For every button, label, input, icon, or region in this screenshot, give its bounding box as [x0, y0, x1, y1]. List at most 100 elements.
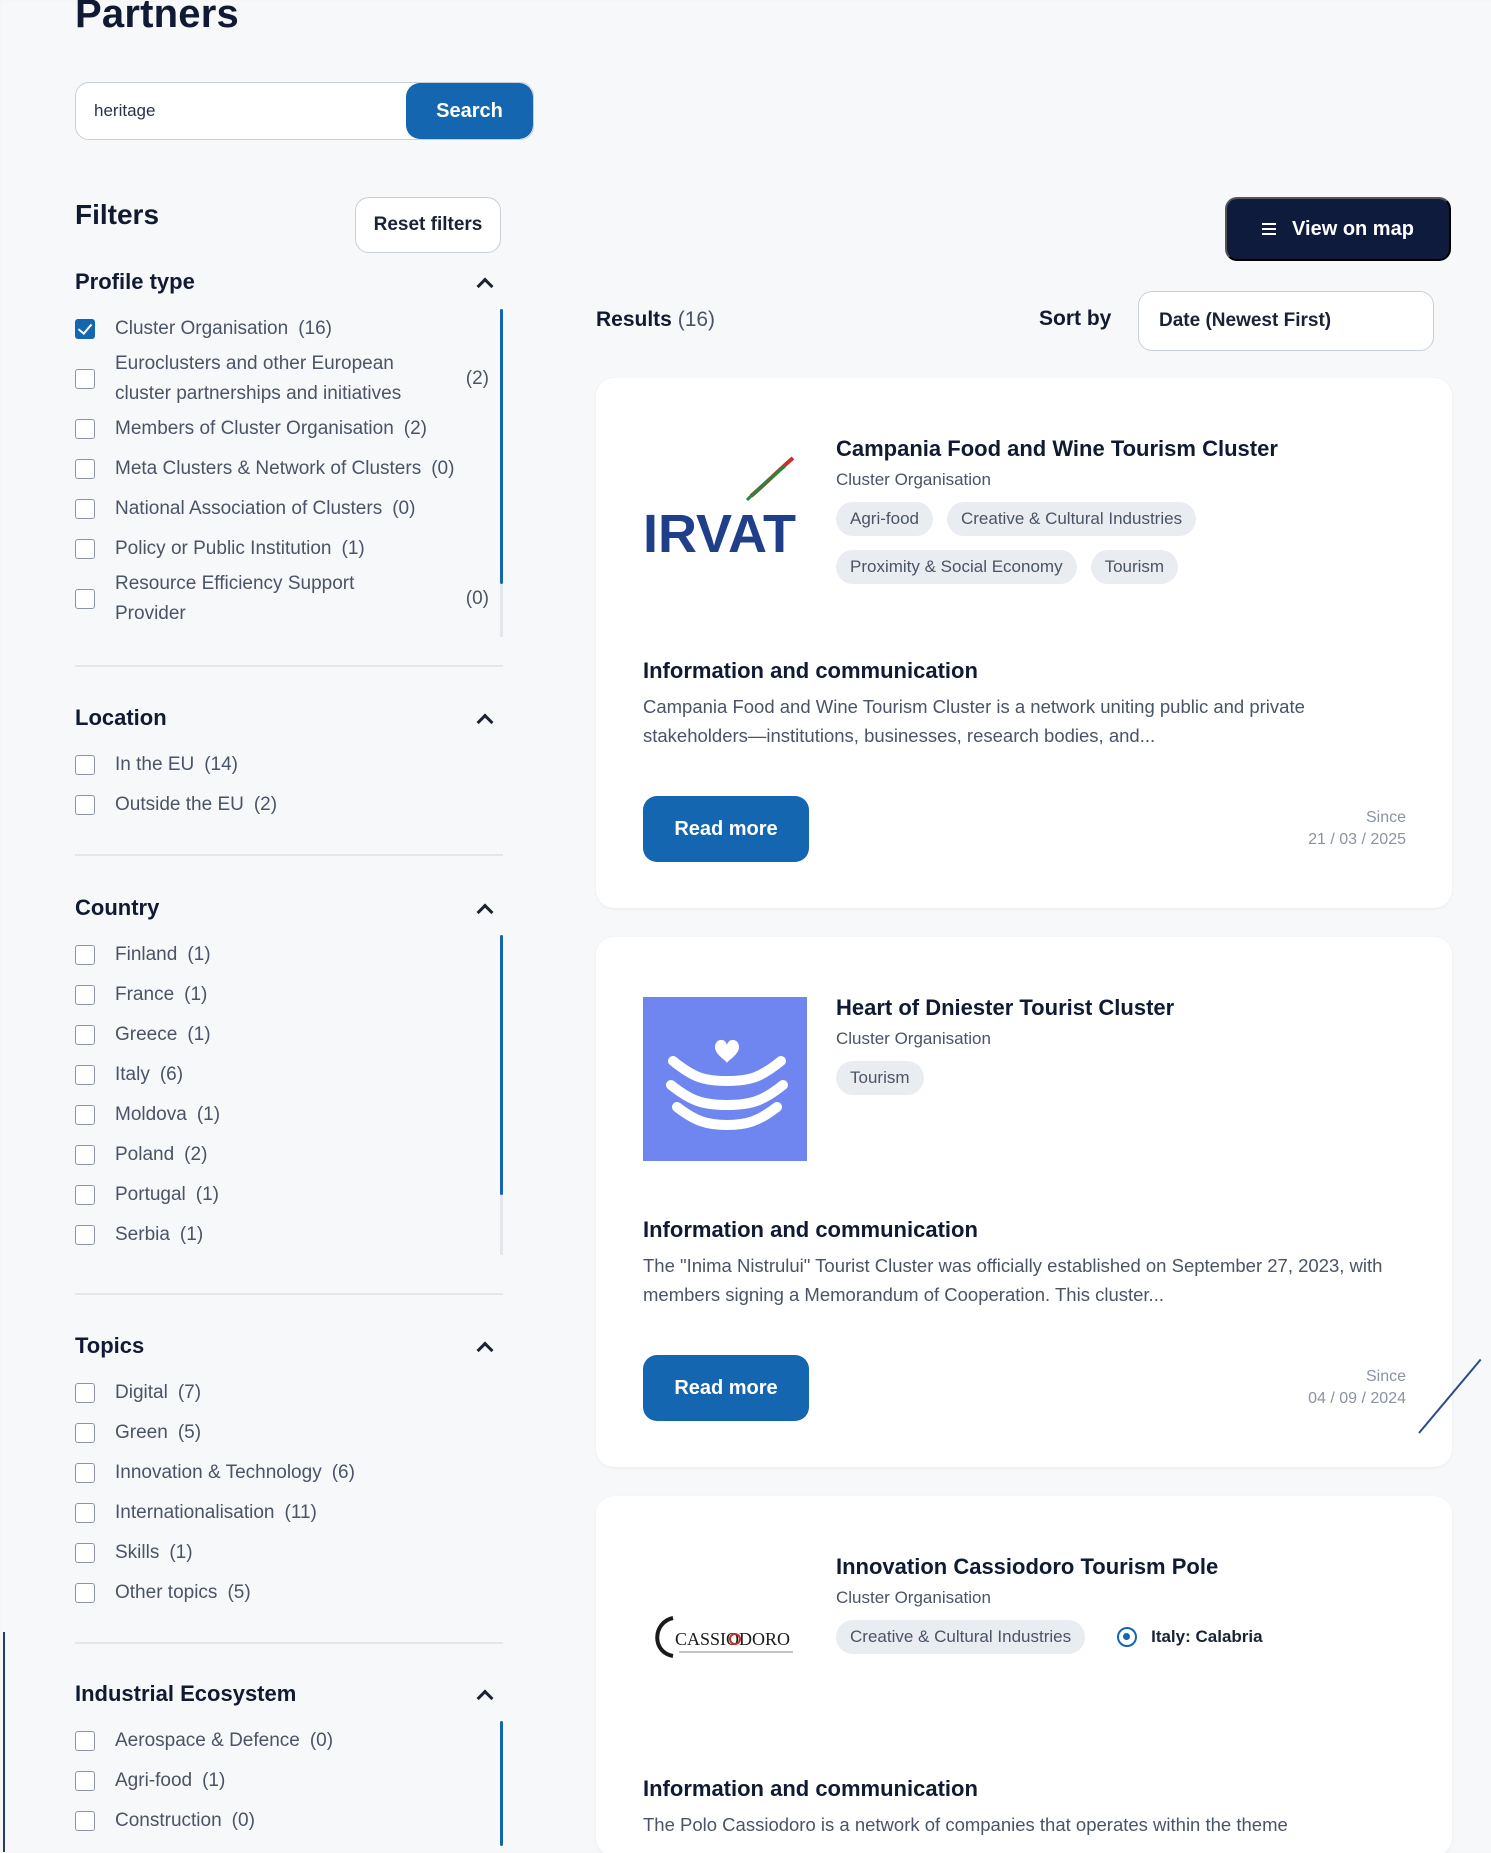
search-button[interactable]: Search [406, 83, 533, 139]
filter-option[interactable]: Digital (7) [75, 1373, 503, 1413]
checkbox[interactable] [75, 1771, 95, 1791]
filter-option[interactable]: Greece (1) [75, 1015, 503, 1055]
filter-option-count: (0) [431, 458, 455, 479]
filter-option[interactable]: Finland (1) [75, 935, 503, 975]
checkbox[interactable] [75, 755, 95, 775]
filter-option[interactable]: Resource Efficiency Support Provider (0) [75, 569, 503, 629]
filter-option[interactable]: Construction (0) [75, 1801, 503, 1841]
checkbox-checked[interactable] [75, 319, 95, 339]
checkbox[interactable] [75, 1185, 95, 1205]
chevron-up-icon[interactable] [477, 901, 491, 915]
filter-group-header[interactable]: Country [75, 893, 503, 923]
filter-option[interactable]: Members of Cluster Organisation (2) [75, 409, 503, 449]
sort-select[interactable]: Date (Newest First) [1138, 291, 1434, 351]
partner-description: Campania Food and Wine Tourism Cluster i… [643, 696, 1305, 746]
partner-section-title: Information and communication [643, 1776, 978, 1801]
view-on-map-button[interactable]: View on map [1225, 197, 1451, 261]
filter-option[interactable]: Moldova (1) [75, 1095, 503, 1135]
scrollbar-thumb[interactable] [500, 309, 503, 584]
filter-group-header[interactable]: Industrial Ecosystem [75, 1679, 503, 1709]
filter-option-count: (2) [403, 418, 428, 439]
filter-option[interactable]: Italy (6) [75, 1055, 503, 1095]
filter-group-header[interactable]: Profile type [75, 267, 503, 297]
chevron-up-icon[interactable] [477, 1687, 491, 1701]
read-more-button[interactable]: Read more [643, 1355, 809, 1421]
filter-option[interactable]: Internationalisation (11) [75, 1493, 503, 1533]
checkbox[interactable] [75, 1811, 95, 1831]
tag: Creative & Cultural Industries [836, 1620, 1086, 1654]
filter-option[interactable]: Policy or Public Institution (1) [75, 529, 503, 569]
filter-option-text: France [115, 984, 175, 1005]
since-label: Since [1365, 809, 1406, 826]
filter-option-text: Poland [115, 1144, 175, 1165]
checkbox[interactable] [75, 539, 95, 559]
read-more-button[interactable]: Read more [643, 796, 809, 862]
checkbox[interactable] [75, 1583, 95, 1603]
filter-option[interactable]: Agri-food (1) [75, 1761, 503, 1801]
chevron-up-icon[interactable] [477, 711, 491, 725]
filter-option[interactable]: Serbia (1) [75, 1215, 503, 1255]
filter-option-text: Policy or Public Institution [115, 538, 332, 559]
scrollbar-thumb[interactable] [500, 935, 503, 1195]
filter-option-text: Portugal [115, 1184, 186, 1205]
partner-title[interactable]: Campania Food and Wine Tourism Cluster [836, 436, 1278, 462]
filter-option[interactable]: Aerospace & Defence (0) [75, 1721, 503, 1761]
checkbox[interactable] [75, 1731, 95, 1751]
filter-option[interactable]: Outside the EU (2) [75, 785, 503, 825]
checkbox[interactable] [75, 1423, 95, 1443]
chevron-up-icon[interactable] [477, 275, 491, 289]
filter-option[interactable]: Euroclusters and other European cluster … [75, 349, 503, 409]
checkbox[interactable] [75, 1025, 95, 1045]
chevron-up-icon[interactable] [477, 1339, 491, 1353]
cassiodoro-logo-text: CASSIODORO [675, 1629, 790, 1649]
filter-option[interactable]: Skills (1) [75, 1533, 503, 1573]
checkbox[interactable] [75, 369, 95, 389]
filter-option[interactable]: Other topics (5) [75, 1573, 503, 1613]
filter-option-label: Innovation & Technology (6) [115, 1458, 489, 1488]
search-input[interactable] [76, 83, 406, 139]
checkbox[interactable] [75, 1383, 95, 1403]
filter-option[interactable]: Meta Clusters & Network of Clusters (0) [75, 449, 503, 489]
checkbox[interactable] [75, 1503, 95, 1523]
filter-option-label: Cluster Organisation (16) [115, 314, 489, 344]
filter-option[interactable]: France (1) [75, 975, 503, 1015]
checkbox[interactable] [75, 1065, 95, 1085]
filter-option[interactable]: Green (5) [75, 1413, 503, 1453]
filter-option[interactable]: Portugal (1) [75, 1175, 503, 1215]
filter-option-count: (1) [179, 1224, 204, 1245]
filter-option[interactable]: National Association of Clusters (0) [75, 489, 503, 529]
checkbox[interactable] [75, 589, 95, 609]
checkbox[interactable] [75, 945, 95, 965]
checkbox[interactable] [75, 499, 95, 519]
filter-group-header[interactable]: Topics [75, 1331, 503, 1361]
scrollbar-thumb[interactable] [500, 1721, 503, 1846]
since-date: Since 04 / 09 / 2024 [1308, 1366, 1406, 1410]
checkbox[interactable] [75, 1105, 95, 1125]
filter-option-text: Other topics [115, 1582, 218, 1603]
filter-option-count: (0) [465, 588, 489, 609]
checkbox[interactable] [75, 1225, 95, 1245]
filter-option-count: (1) [341, 538, 365, 559]
checkbox[interactable] [75, 795, 95, 815]
filter-option[interactable]: Cluster Organisation (16) [75, 309, 503, 349]
checkbox[interactable] [75, 1463, 95, 1483]
checkbox[interactable] [75, 985, 95, 1005]
filter-group-header[interactable]: Location [75, 703, 503, 733]
filter-group-title: Industrial Ecosystem [75, 1681, 297, 1706]
checkbox[interactable] [75, 1543, 95, 1563]
checkbox[interactable] [75, 419, 95, 439]
filter-list-country: Finland (1) France (1) Greece (1) Italy (6) … [75, 935, 503, 1255]
filter-option-text: Skills [115, 1542, 160, 1563]
filter-group-title: Profile type [75, 269, 195, 294]
filter-option-text: Greece [115, 1024, 178, 1045]
reset-filters-button[interactable]: Reset filters [355, 197, 501, 253]
checkbox[interactable] [75, 459, 95, 479]
checkbox[interactable] [75, 1145, 95, 1165]
filter-option-count: (1) [195, 1184, 220, 1205]
partner-title[interactable]: Heart of Dniester Tourist Cluster [836, 995, 1174, 1021]
filter-option[interactable]: Poland (2) [75, 1135, 503, 1175]
filter-option[interactable]: In the EU (14) [75, 745, 503, 785]
filter-option[interactable]: Innovation & Technology (6) [75, 1453, 503, 1493]
results-label: Results (16) [596, 308, 715, 332]
partner-title[interactable]: Innovation Cassiodoro Tourism Pole [836, 1554, 1218, 1580]
